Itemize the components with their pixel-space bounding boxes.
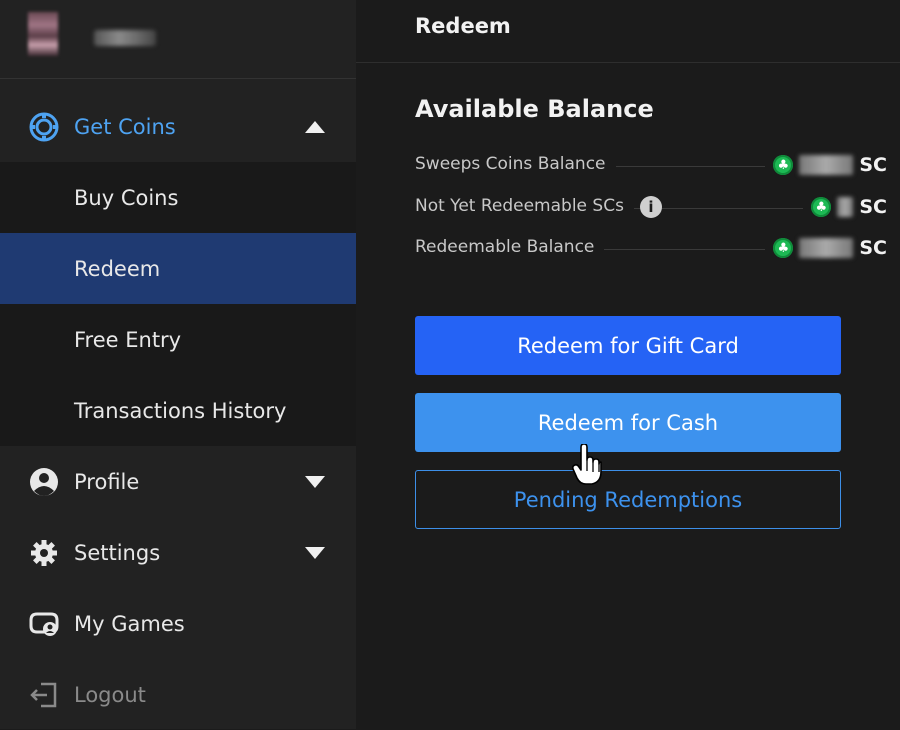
sidebar-item-profile[interactable]: Profile bbox=[0, 446, 356, 517]
currency-label: SC bbox=[859, 237, 887, 259]
balance-value: ♣ SC bbox=[765, 234, 887, 262]
sidebar-item-free-entry[interactable]: Free Entry bbox=[0, 304, 356, 375]
sidebar-item-label: Get Coins bbox=[74, 114, 176, 139]
balance-row-sweeps-coins: Sweeps Coins Balance ♣ SC bbox=[415, 150, 887, 180]
sidebar-item-label: Buy Coins bbox=[74, 185, 179, 210]
balance-value: ♣ SC bbox=[803, 193, 887, 221]
balance-row-redeemable: Redeemable Balance ♣ SC bbox=[415, 233, 887, 263]
sidebar-item-buy-coins[interactable]: Buy Coins bbox=[0, 162, 356, 233]
main-content: Redeem Available Balance Sweeps Coins Ba… bbox=[356, 0, 900, 729]
sweeps-coin-icon: ♣ bbox=[773, 238, 794, 258]
currency-label: SC bbox=[859, 154, 887, 176]
redeem-cash-button[interactable]: Redeem for Cash bbox=[415, 393, 841, 452]
pending-redemptions-button[interactable]: Pending Redemptions bbox=[415, 470, 841, 529]
sidebar-item-label: Profile bbox=[74, 469, 140, 494]
chevron-up-icon[interactable] bbox=[304, 120, 326, 134]
sidebar-item-label: My Games bbox=[74, 611, 185, 636]
balance-row-not-yet-redeemable: Not Yet Redeemable SCs i ♣ SC bbox=[415, 192, 887, 222]
page-title: Redeem bbox=[415, 14, 511, 38]
balance-label: Sweeps Coins Balance bbox=[415, 154, 616, 174]
sidebar-item-redeem[interactable]: Redeem bbox=[0, 233, 356, 304]
username-redacted bbox=[94, 30, 156, 46]
sidebar-item-label: Free Entry bbox=[74, 327, 182, 352]
redacted-amount bbox=[799, 155, 854, 175]
sidebar-item-logout[interactable]: Logout bbox=[0, 659, 356, 730]
hand-cursor-icon bbox=[572, 444, 602, 485]
info-icon[interactable]: i bbox=[640, 196, 662, 218]
sidebar-item-transactions-history[interactable]: Transactions History bbox=[0, 375, 356, 446]
balance-label: Redeemable Balance bbox=[415, 237, 605, 257]
chevron-down-icon[interactable] bbox=[304, 475, 326, 489]
sidebar-item-my-games[interactable]: My Games bbox=[0, 588, 356, 659]
avatar[interactable] bbox=[28, 12, 58, 56]
sidebar-item-label: Transactions History bbox=[74, 398, 287, 423]
sidebar-item-label: Redeem bbox=[74, 256, 161, 281]
currency-label: SC bbox=[859, 196, 887, 218]
available-balance-title: Available Balance bbox=[415, 95, 654, 123]
chevron-down-icon[interactable] bbox=[304, 546, 326, 560]
page-header: Redeem bbox=[356, 0, 900, 63]
sidebar-item-label: Settings bbox=[74, 540, 161, 565]
balance-label: Not Yet Redeemable SCs bbox=[415, 196, 634, 216]
sweeps-coin-icon: ♣ bbox=[773, 155, 794, 175]
user-icon bbox=[28, 466, 60, 498]
redeem-gift-card-button[interactable]: Redeem for Gift Card bbox=[415, 316, 841, 375]
sidebar-item-settings[interactable]: Settings bbox=[0, 517, 356, 588]
gear-icon bbox=[28, 537, 60, 569]
sidebar: Get Coins Buy Coins Redeem Free Entry Tr… bbox=[0, 0, 356, 729]
redacted-amount bbox=[837, 197, 854, 217]
sidebar-item-get-coins[interactable]: Get Coins bbox=[0, 91, 356, 162]
redacted-amount bbox=[799, 238, 854, 258]
logout-icon bbox=[28, 679, 60, 711]
coins-icon bbox=[28, 111, 60, 143]
user-header[interactable] bbox=[0, 0, 356, 79]
games-icon bbox=[28, 608, 60, 640]
sweeps-coin-icon: ♣ bbox=[811, 197, 832, 217]
sidebar-item-label: Logout bbox=[74, 682, 146, 707]
balance-value: ♣ SC bbox=[765, 151, 887, 179]
